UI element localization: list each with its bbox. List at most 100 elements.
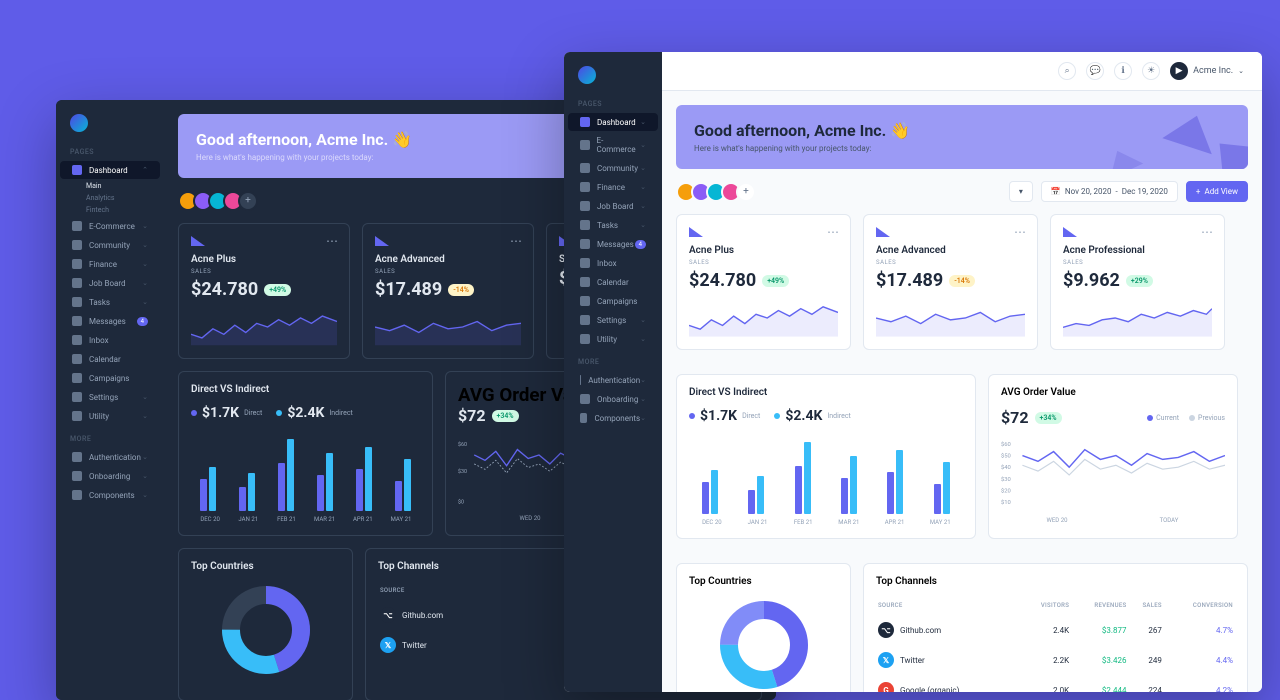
sparkline-chart: [375, 308, 521, 346]
chat-icon: [580, 239, 590, 249]
box-icon: [72, 490, 82, 500]
sidebar-section: MORE: [564, 358, 662, 366]
delta-badge: -14%: [448, 284, 474, 296]
chevron-down-icon: ⌄: [142, 453, 148, 461]
card-title: Direct VS Indirect: [191, 384, 420, 395]
info-icon[interactable]: ℹ: [1114, 62, 1132, 80]
topbar: ⌕ 💬 ℹ ☀ ▶Acme Inc.⌄: [662, 52, 1262, 91]
gear-icon: [580, 315, 590, 325]
sidebar-item-community[interactable]: Community⌄: [60, 236, 160, 254]
svg-text:$40: $40: [1001, 464, 1011, 471]
add-view-button[interactable]: + Add View: [1186, 181, 1248, 202]
more-icon[interactable]: ⋯: [510, 234, 523, 248]
bar-chart: [689, 434, 963, 514]
plane-icon: [876, 227, 890, 237]
more-icon[interactable]: ⋯: [827, 225, 840, 239]
sidebar-item-inbox[interactable]: Inbox: [60, 331, 160, 349]
metric-value: $2.4K: [785, 408, 822, 424]
add-user-button[interactable]: +: [238, 191, 258, 211]
chat-icon[interactable]: 💬: [1086, 62, 1104, 80]
sidebar-item-tasks[interactable]: Tasks⌄: [568, 216, 658, 234]
dashboard-icon: [580, 117, 590, 127]
hero-banner: Good afternoon, Acme Inc. 👋 Here is what…: [676, 105, 1248, 169]
plug-icon: [580, 334, 590, 344]
sidebar-item-finance[interactable]: Finance⌄: [568, 178, 658, 196]
stat-label: SALES: [876, 259, 1025, 266]
date-range-button[interactable]: 📅 Nov 20, 2020 - Dec 19, 2020: [1041, 181, 1178, 202]
more-icon[interactable]: ⋯: [326, 234, 339, 248]
sidebar-item-calendar[interactable]: Calendar: [60, 350, 160, 368]
sidebar-item-campaigns[interactable]: Campaigns: [60, 369, 160, 387]
theme-icon[interactable]: ☀: [1142, 62, 1160, 80]
sidebar-item-tasks[interactable]: Tasks⌄: [60, 293, 160, 311]
stat-value: $9.962: [1063, 270, 1120, 291]
card-title: Top Countries: [689, 576, 838, 587]
sidebar-item-onboarding[interactable]: Onboarding⌄: [60, 467, 160, 485]
dashboard-icon: [72, 165, 82, 175]
sidebar-sub-analytics[interactable]: Analytics: [56, 192, 164, 204]
logo-icon: [578, 66, 596, 84]
sidebar-sub-fintech[interactable]: Fintech: [56, 204, 164, 216]
sidebar-item-calendar[interactable]: Calendar: [568, 273, 658, 291]
line-chart: $60$50$40$30$20$10: [1001, 437, 1225, 512]
stat-value: $17.489: [876, 270, 943, 291]
dot-icon: [689, 413, 695, 419]
svg-text:$0: $0: [458, 499, 464, 506]
sparkline-chart: [876, 299, 1025, 337]
sidebar-item-jobboard[interactable]: Job Board⌄: [568, 197, 658, 215]
table-row[interactable]: GGoogle (organic)2.0K$2.4442244.2%: [878, 676, 1233, 692]
add-user-button[interactable]: +: [736, 182, 756, 202]
sidebar-item-jobboard[interactable]: Job Board⌄: [60, 274, 160, 292]
countries-card: Top Countries: [178, 548, 353, 700]
chevron-down-icon: ⌄: [640, 164, 646, 172]
lock-icon: [580, 375, 581, 385]
sidebar-sub-main[interactable]: Main: [56, 180, 164, 192]
messages-badge: 4: [635, 240, 646, 249]
chevron-down-icon: ⌄: [640, 183, 646, 191]
logo-icon: [70, 114, 88, 132]
stat-name: Acne Advanced: [375, 254, 521, 265]
sidebar-item-utility[interactable]: Utility⌄: [60, 407, 160, 425]
bag-icon: [580, 140, 590, 150]
plane-icon: [191, 236, 205, 246]
card-title: AVG Order Value: [1001, 387, 1225, 398]
more-icon[interactable]: ⋯: [1201, 225, 1214, 239]
sidebar-item-community[interactable]: Community⌄: [568, 159, 658, 177]
sparkline-chart: [1063, 299, 1212, 337]
sidebar-item-settings[interactable]: Settings⌄: [60, 388, 160, 406]
sidebar-item-ecommerce[interactable]: E-Commerce⌄: [60, 217, 160, 235]
sidebar-item-messages[interactable]: Messages4: [60, 312, 160, 330]
sidebar-item-finance[interactable]: Finance⌄: [60, 255, 160, 273]
direct-indirect-card: Direct VS Indirect $1.7KDirect $2.4KIndi…: [178, 371, 433, 536]
dot-icon: [276, 410, 282, 416]
sidebar-item-dashboard[interactable]: Dashboard⌃: [60, 161, 160, 179]
sidebar-item-onboarding[interactable]: Onboarding⌄: [568, 390, 658, 408]
delta-badge: +34%: [1035, 412, 1062, 424]
table-row[interactable]: 𝕏Twitter2.2K$3.4262494.4%: [878, 646, 1233, 674]
sidebar-item-auth[interactable]: Authentication⌄: [60, 448, 160, 466]
filter-button[interactable]: ▾: [1009, 181, 1033, 202]
chevron-down-icon: ⌄: [640, 376, 646, 384]
sidebar-item-auth[interactable]: Authentication⌄: [568, 371, 658, 389]
sidebar-item-settings[interactable]: Settings⌄: [568, 311, 658, 329]
users-icon: [580, 163, 590, 173]
sidebar-item-campaigns[interactable]: Campaigns: [568, 292, 658, 310]
stat-card-pro: ⋯ Acne Professional SALES $9.962+29%: [1050, 214, 1225, 350]
sidebar-item-ecommerce[interactable]: E-Commerce⌄: [568, 132, 658, 158]
svg-text:$30: $30: [1001, 476, 1011, 483]
sidebar-item-messages[interactable]: Messages4: [568, 235, 658, 253]
more-icon[interactable]: ⋯: [1014, 225, 1027, 239]
metric-value: $1.7K: [202, 405, 239, 421]
sidebar-item-components[interactable]: Components⌄: [568, 409, 658, 427]
user-menu[interactable]: ▶Acme Inc.⌄: [1170, 62, 1244, 80]
avatar-stack: +: [676, 182, 756, 202]
sidebar-item-dashboard[interactable]: Dashboard⌄: [568, 113, 658, 131]
chevron-down-icon: ⌄: [142, 279, 148, 287]
sidebar-item-components[interactable]: Components⌄: [60, 486, 160, 504]
search-icon[interactable]: ⌕: [1058, 62, 1076, 80]
chevron-down-icon: ⌄: [142, 260, 148, 268]
box-icon: [580, 413, 587, 423]
sidebar-item-inbox[interactable]: Inbox: [568, 254, 658, 272]
sidebar-item-utility[interactable]: Utility⌄: [568, 330, 658, 348]
plane-icon: [1063, 227, 1077, 237]
